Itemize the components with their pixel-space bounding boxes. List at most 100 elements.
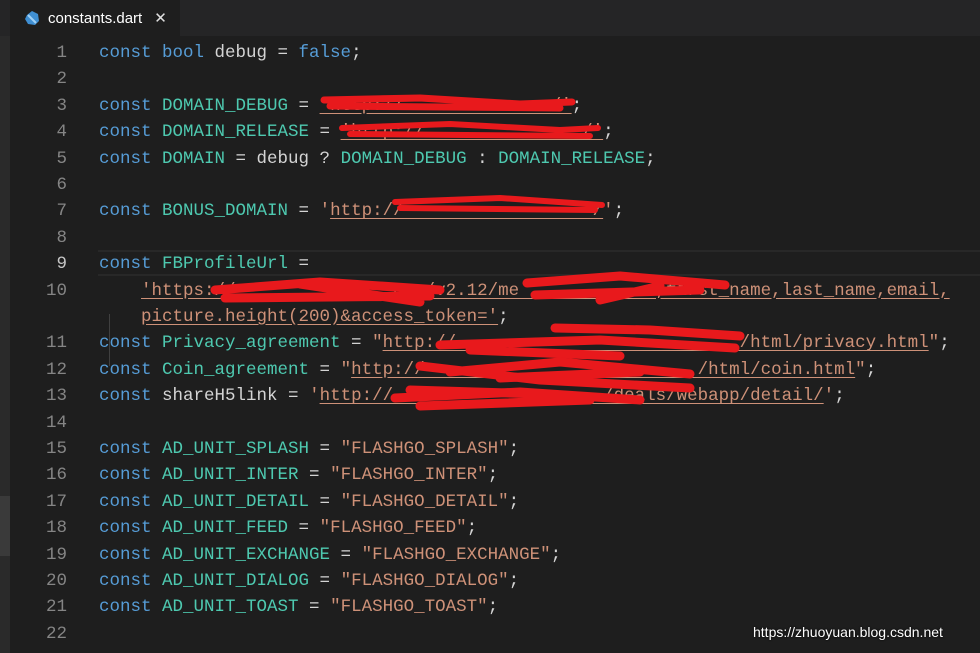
code-text: const bool debug = false; bbox=[99, 40, 362, 66]
token-link: 'http:// /' bbox=[319, 95, 572, 116]
code-text: 'https:// com/v2.12/me ,first_name,last_… bbox=[99, 278, 950, 304]
token-id: shareH5link bbox=[162, 386, 278, 407]
token-op: = bbox=[309, 571, 341, 591]
token-kw: const bbox=[99, 597, 163, 618]
token-link: picture.height(200)&access_token=' bbox=[141, 307, 499, 327]
watermark: https://zhuoyuan.blog.csdn.net bbox=[753, 624, 943, 640]
line-number: 7 bbox=[56, 201, 67, 222]
tab-constants-dart[interactable]: constants.dart ✕ bbox=[10, 0, 180, 36]
token-kw: false bbox=[298, 43, 352, 63]
token-ty: DOMAIN_DEBUG bbox=[162, 95, 289, 116]
token-op: = bbox=[309, 439, 341, 459]
line-number: 20 bbox=[45, 571, 67, 591]
token-kw: const bbox=[99, 359, 163, 380]
token-str: " bbox=[372, 333, 383, 354]
code-text: const shareH5link = 'http:// /deals/weba… bbox=[99, 383, 845, 409]
token-str: ' bbox=[309, 386, 320, 407]
token-op: = bbox=[277, 386, 310, 407]
line-number: 9 bbox=[56, 254, 67, 275]
token-op: ; bbox=[613, 201, 625, 222]
token-op: = bbox=[288, 201, 320, 222]
token-ty: FBProfileUrl bbox=[162, 254, 289, 275]
line-number: 4 bbox=[56, 122, 67, 143]
token-str: ' bbox=[319, 201, 331, 222]
tab-label: constants.dart bbox=[48, 9, 143, 27]
token-kw: bool bbox=[162, 43, 215, 63]
token-ty: AD_UNIT_SPLASH bbox=[162, 439, 310, 459]
line-number: 11 bbox=[45, 333, 67, 354]
token-link: 'https:// com/v2.12/me ,first_name,last_… bbox=[141, 280, 950, 301]
token-op: = bbox=[340, 333, 373, 354]
line-number: 1 bbox=[56, 43, 67, 63]
token-ty: BONUS_DOMAIN bbox=[162, 201, 289, 222]
code-text: const Privacy_agreement = "http:// /html… bbox=[99, 330, 950, 356]
token-op: ; bbox=[603, 122, 614, 143]
token-kw: const bbox=[99, 571, 163, 591]
token-str: "FLASHGO_INTER" bbox=[330, 465, 488, 486]
token-kw: const bbox=[99, 544, 163, 565]
token-ty: DOMAIN_RELEASE bbox=[162, 122, 310, 143]
token-ty: AD_UNIT_FEED bbox=[162, 518, 289, 539]
token-op: : bbox=[466, 148, 499, 169]
code-text: const BONUS_DOMAIN = 'http:// /'; bbox=[99, 198, 624, 224]
token-op: = bbox=[309, 359, 341, 380]
token-op: ; bbox=[645, 148, 656, 169]
token-ty: AD_UNIT_DIALOG bbox=[162, 571, 310, 591]
token-str: ' bbox=[823, 386, 835, 407]
close-icon[interactable]: ✕ bbox=[154, 9, 167, 27]
code-text: const FBProfileUrl = bbox=[99, 251, 309, 277]
token-op: ; bbox=[498, 307, 509, 327]
line-number: 16 bbox=[45, 465, 67, 486]
code-text: const AD_UNIT_DETAIL = "FLASHGO_DETAIL"; bbox=[99, 489, 519, 515]
token-ty: AD_UNIT_EXCHANGE bbox=[162, 544, 331, 565]
code-text: const DOMAIN_DEBUG = 'http:// /'; bbox=[99, 93, 582, 119]
token-op: = bbox=[298, 465, 331, 486]
line-number: 2 bbox=[56, 69, 67, 90]
token-str: "FLASHGO_DIALOG" bbox=[340, 571, 509, 591]
token-str: "FLASHGO_EXCHANGE" bbox=[361, 544, 551, 565]
token-str: ' bbox=[603, 201, 614, 222]
token-kw: const bbox=[99, 518, 163, 539]
token-op: = bbox=[288, 254, 310, 275]
line-number: 10 bbox=[45, 280, 67, 301]
token-kw: const bbox=[99, 386, 163, 407]
line-number: 6 bbox=[56, 175, 67, 195]
token-kw: const bbox=[99, 95, 163, 116]
token-kw: const bbox=[99, 254, 163, 275]
code-editor[interactable]: 1 const bool debug = false; 2 3 const DOMAIN… bbox=[10, 36, 980, 653]
token-ty: DOMAIN_RELEASE bbox=[498, 148, 646, 169]
token-kw: const bbox=[99, 465, 163, 486]
token-kw: const bbox=[99, 333, 163, 354]
token-op: = bbox=[309, 122, 341, 143]
token-kw: const bbox=[99, 201, 163, 222]
token-ty: Coin_agreement bbox=[162, 359, 310, 380]
token-ty: AD_UNIT_DETAIL bbox=[162, 491, 310, 512]
token-kw: const bbox=[99, 491, 163, 512]
token-op: ; bbox=[571, 95, 583, 116]
token-op: ; bbox=[508, 571, 520, 591]
line-number: 13 bbox=[45, 386, 67, 407]
line-number: 5 bbox=[56, 148, 67, 169]
code-text: const AD_UNIT_FEED = "FLASHGO_FEED"; bbox=[99, 515, 477, 541]
line-number: 18 bbox=[45, 518, 67, 539]
token-op: = bbox=[298, 597, 331, 618]
token-op: = bbox=[309, 491, 341, 512]
token-op: ; bbox=[487, 597, 499, 618]
code-text: const DOMAIN_RELEASE = 'http:// /'; bbox=[99, 119, 614, 145]
token-op: ; bbox=[508, 491, 520, 512]
code-text: const DOMAIN = debug ? DOMAIN_DEBUG : DO… bbox=[99, 146, 656, 172]
token-ty: DOMAIN_DEBUG bbox=[340, 148, 467, 169]
token-link: http:// /html/privacy.html bbox=[382, 333, 929, 354]
token-id: debug = bbox=[214, 43, 299, 63]
code-text: const AD_UNIT_INTER = "FLASHGO_INTER"; bbox=[99, 462, 498, 488]
line-number: 15 bbox=[45, 439, 67, 459]
token-kw: const bbox=[99, 439, 163, 459]
token-str: " bbox=[855, 359, 866, 380]
token-ty: Privacy_agreement bbox=[162, 333, 341, 354]
token-op: ; bbox=[487, 465, 499, 486]
token-str: "FLASHGO_DETAIL" bbox=[340, 491, 509, 512]
token-link: http:// /deals/webapp/detail/ bbox=[319, 386, 824, 407]
scrollbar-thumb[interactable] bbox=[0, 496, 10, 556]
code-text: const AD_UNIT_TOAST = "FLASHGO_TOAST"; bbox=[99, 594, 498, 620]
token-str: "FLASHGO_SPLASH" bbox=[340, 439, 509, 459]
